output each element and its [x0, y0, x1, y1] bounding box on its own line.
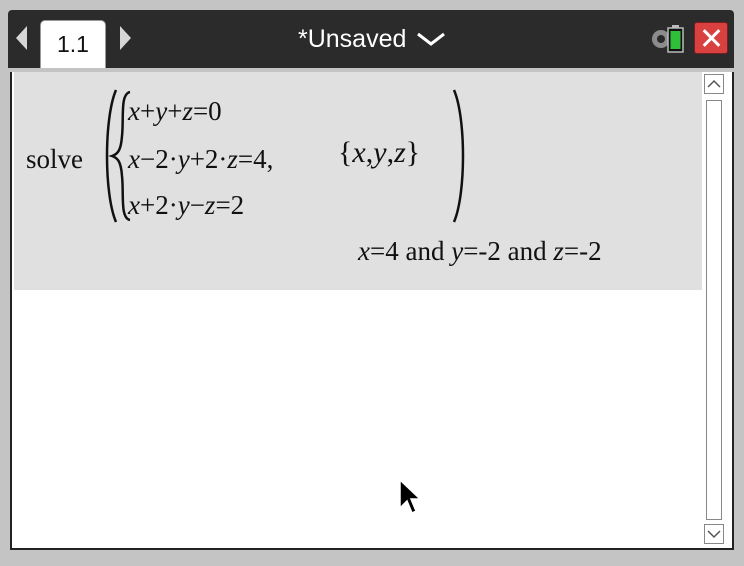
- close-paren: [452, 89, 465, 223]
- eq1-y: y: [155, 96, 168, 126]
- eq3-op1: +2·: [139, 190, 178, 220]
- eq2-y: y: [177, 144, 190, 174]
- eq3-rhs: =2: [215, 190, 245, 220]
- eq3-op2: −: [189, 190, 205, 220]
- eq3-x: x: [128, 190, 140, 220]
- result-and-1: and: [398, 236, 452, 266]
- equation-3: x+2·y−z=2: [128, 190, 244, 221]
- vertical-scrollbar[interactable]: [704, 74, 726, 546]
- result-z: z: [553, 236, 564, 266]
- eq2-x: x: [128, 144, 140, 174]
- solve-command: solve: [26, 144, 83, 174]
- variable-list: {x,y,z}: [338, 136, 420, 170]
- mouse-pointer-icon: [399, 478, 422, 515]
- document-title-menu[interactable]: *Unsaved: [298, 22, 446, 56]
- eq2-op1: −2·: [139, 144, 178, 174]
- history-entry[interactable]: solve x+y+z=0 x−2·y+2·z=4, x+2·y−z=2 {x,…: [14, 72, 702, 290]
- page-tab-label: 1.1: [57, 31, 89, 57]
- equation-2: x−2·y+2·z=4,: [128, 144, 273, 175]
- settings-battery-icon[interactable]: [648, 24, 688, 54]
- title-bar: 1.1 *Unsaved: [8, 10, 734, 68]
- chevron-down-icon[interactable]: [416, 31, 446, 47]
- eq2-z: z: [227, 144, 238, 174]
- left-arrow-icon[interactable]: [16, 26, 27, 50]
- result-y: y: [451, 236, 464, 266]
- chevron-up-icon: [707, 79, 721, 88]
- var-y: y: [373, 136, 387, 169]
- calculator-window: 1.1 *Unsaved solve x+y+z=0 x−2·y+2·z=4, …: [0, 0, 744, 566]
- result-x-value: =4: [369, 236, 399, 266]
- eq2-op2: +2·: [189, 144, 228, 174]
- result-x: x: [358, 236, 370, 266]
- eq2-rhs: =4: [237, 144, 267, 174]
- var-z: z: [394, 136, 406, 169]
- eq1-rhs: =0: [192, 96, 222, 126]
- solve-result: x=4 and y=-2 and z=-2: [358, 236, 602, 267]
- eq1-z: z: [182, 96, 193, 126]
- eq3-z: z: [204, 190, 216, 220]
- result-y-value: =-2: [463, 236, 501, 266]
- close-icon[interactable]: [694, 22, 728, 54]
- document-title: *Unsaved: [298, 24, 407, 53]
- calculator-page: solve x+y+z=0 x−2·y+2·z=4, x+2·y−z=2 {x,…: [10, 72, 734, 550]
- eq1-op2: +: [167, 96, 183, 126]
- scrollbar-track[interactable]: [706, 100, 722, 520]
- var-comma-2: ,: [386, 136, 395, 169]
- eq1-x: x: [128, 96, 140, 126]
- var-brace-open: {: [338, 136, 353, 169]
- eq3-y: y: [177, 190, 190, 220]
- scroll-down-button[interactable]: [704, 524, 724, 544]
- argument-separator: ,: [266, 144, 274, 174]
- chevron-down-icon: [707, 530, 721, 539]
- scroll-up-button[interactable]: [704, 74, 724, 94]
- eq1-op1: +: [139, 96, 156, 126]
- result-and-2: and: [500, 236, 554, 266]
- var-x: x: [352, 136, 366, 169]
- var-brace-close: }: [405, 136, 421, 169]
- page-tab[interactable]: 1.1: [40, 20, 106, 68]
- right-arrow-icon[interactable]: [120, 26, 131, 50]
- equation-1: x+y+z=0: [128, 96, 222, 127]
- result-z-value: =-2: [563, 236, 602, 266]
